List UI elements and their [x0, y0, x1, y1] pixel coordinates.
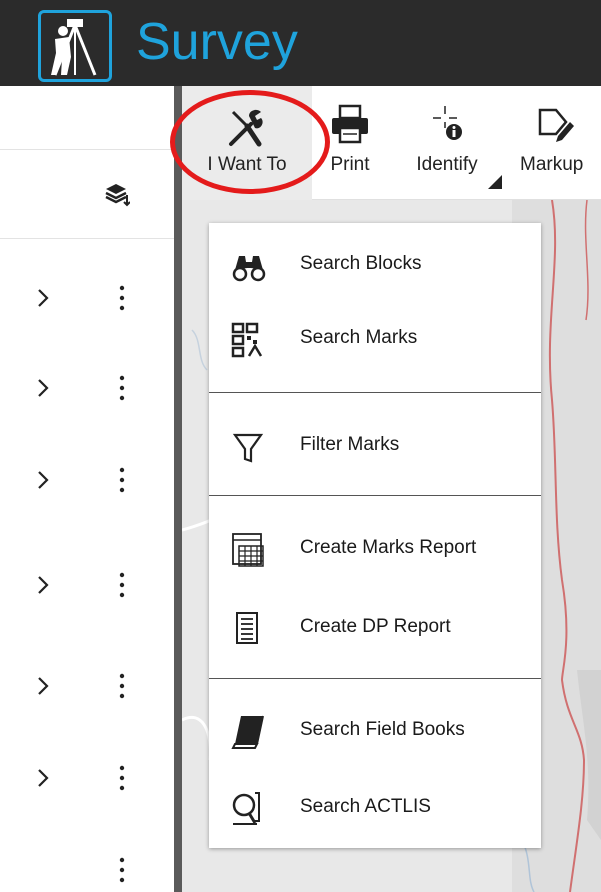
markup-icon	[536, 104, 576, 151]
kebab-menu-icon[interactable]	[110, 569, 134, 601]
menu-label: Filter Marks	[300, 434, 400, 455]
chevron-right-icon[interactable]	[30, 375, 56, 401]
menu-divider	[209, 392, 541, 393]
kebab-menu-icon[interactable]	[110, 854, 134, 886]
layer-row[interactable]	[0, 834, 174, 892]
printer-icon	[330, 104, 370, 151]
kebab-menu-icon[interactable]	[110, 762, 134, 794]
menu-item-create-dp-report[interactable]: Create DP Report	[209, 594, 541, 664]
i-want-to-menu: Search Blocks Search Marks Filter Marks	[209, 223, 541, 848]
document-list-icon	[231, 611, 267, 647]
spreadsheet-icon	[231, 532, 267, 568]
menu-item-search-marks[interactable]: Search Marks	[209, 305, 541, 375]
kebab-menu-icon[interactable]	[110, 464, 134, 496]
book-icon	[231, 714, 267, 750]
layers-panel	[0, 86, 174, 892]
qr-code-search-icon	[231, 322, 267, 358]
print-button[interactable]: Print	[312, 86, 388, 200]
layer-row[interactable]	[0, 541, 174, 631]
panel-splitter[interactable]	[174, 86, 182, 892]
chevron-right-icon[interactable]	[30, 467, 56, 493]
menu-item-search-actlis[interactable]: Search ACTLIS	[209, 774, 541, 844]
chevron-right-icon[interactable]	[30, 765, 56, 791]
toolbar: I Want To Print Identify Markup	[182, 86, 601, 200]
kebab-menu-icon[interactable]	[110, 282, 134, 314]
i-want-to-label: I Want To	[207, 154, 287, 175]
app-header: Survey	[0, 0, 601, 86]
menu-item-create-marks-report[interactable]: Create Marks Report	[209, 515, 541, 585]
surveyor-logo-icon	[38, 10, 112, 82]
panel-top-bar	[0, 86, 174, 150]
layers-sort-icon[interactable]	[104, 181, 131, 212]
menu-item-filter-marks[interactable]: Filter Marks	[209, 412, 541, 482]
identify-button[interactable]: Identify	[388, 86, 506, 200]
identify-icon	[427, 104, 467, 151]
layer-row[interactable]	[0, 642, 174, 732]
i-want-to-button[interactable]: I Want To	[182, 86, 312, 200]
menu-label: Search ACTLIS	[300, 796, 431, 817]
menu-label: Create Marks Report	[300, 537, 477, 558]
menu-label: Create DP Report	[300, 616, 451, 637]
layer-row[interactable]	[0, 254, 174, 344]
menu-label: Search Blocks	[300, 253, 422, 274]
menu-label: Search Marks	[300, 327, 418, 348]
binoculars-icon	[231, 248, 267, 284]
menu-divider	[209, 678, 541, 679]
menu-label: Search Field Books	[300, 719, 465, 740]
menu-divider	[209, 495, 541, 496]
tools-icon	[225, 106, 269, 155]
kebab-menu-icon[interactable]	[110, 670, 134, 702]
chevron-right-icon[interactable]	[30, 285, 56, 311]
filter-icon	[231, 429, 267, 465]
kebab-menu-icon[interactable]	[110, 372, 134, 404]
markup-button[interactable]: Markup	[506, 86, 601, 200]
chevron-right-icon[interactable]	[30, 572, 56, 598]
menu-item-search-field-books[interactable]: Search Field Books	[209, 697, 541, 767]
document-search-icon	[231, 791, 267, 827]
layer-row[interactable]	[0, 344, 174, 434]
identify-label: Identify	[416, 154, 478, 175]
markup-label: Markup	[520, 154, 584, 175]
dropdown-corner-icon	[488, 175, 502, 194]
layers-header-row	[0, 151, 174, 239]
app-title: Survey	[136, 13, 298, 71]
print-label: Print	[330, 154, 370, 175]
layer-row[interactable]	[0, 734, 174, 824]
menu-item-search-blocks[interactable]: Search Blocks	[209, 231, 541, 301]
layer-row[interactable]	[0, 436, 174, 526]
chevron-right-icon[interactable]	[30, 673, 56, 699]
